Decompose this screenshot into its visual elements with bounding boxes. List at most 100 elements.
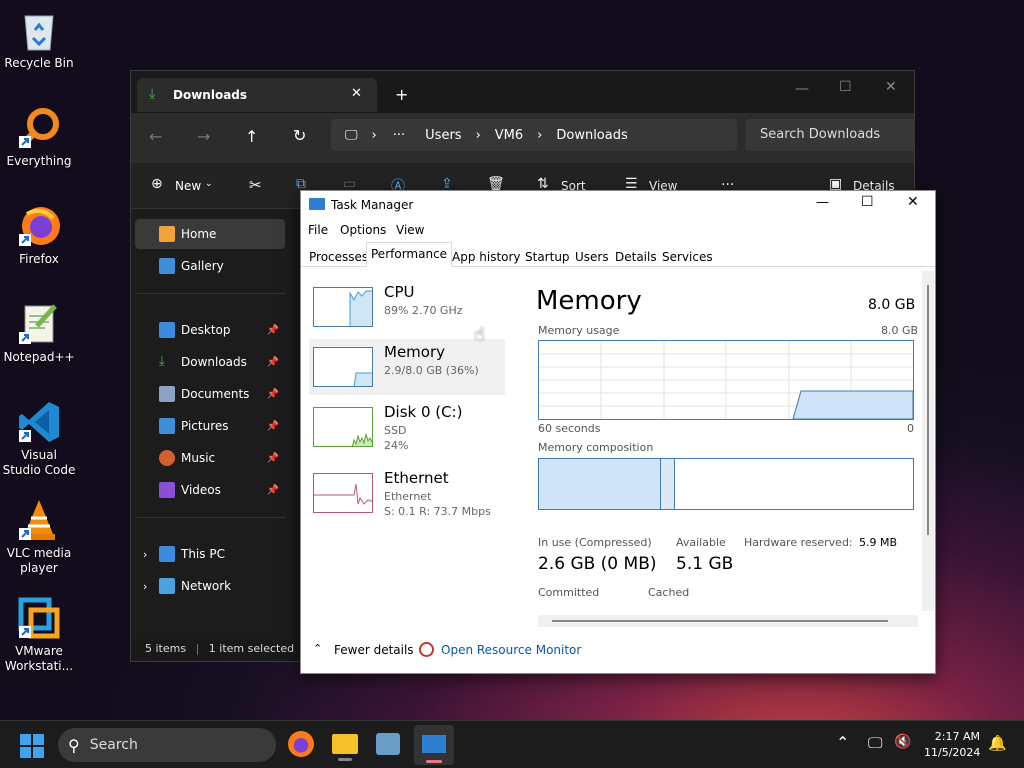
active-indicator xyxy=(426,760,442,763)
task-manager-icon xyxy=(309,198,325,210)
perf-item-sub: 2.9/8.0 GB (36%) xyxy=(384,364,479,377)
breadcrumb-downloads[interactable]: Downloads xyxy=(556,128,627,143)
hw-reserved-label: Hardware reserved: xyxy=(744,536,853,549)
desktop-icon-firefox[interactable]: Firefox xyxy=(2,204,76,267)
fewer-details-link[interactable]: Fewer details xyxy=(334,643,414,657)
new-button[interactable]: New xyxy=(175,179,201,193)
notepadpp-icon xyxy=(17,302,61,346)
chevron-right-icon[interactable]: › xyxy=(143,580,147,593)
tab-details[interactable]: Details xyxy=(610,245,662,267)
tab-startup[interactable]: Startup xyxy=(520,245,575,267)
pin-icon[interactable]: 📌 xyxy=(267,421,279,432)
new-tab-button[interactable]: + xyxy=(395,85,408,104)
search-input[interactable]: Search Downloads xyxy=(745,119,915,151)
breadcrumb-vm6[interactable]: VM6 xyxy=(495,128,523,143)
nav-item-this-pc[interactable]: › This PC xyxy=(135,539,285,569)
pin-icon[interactable]: 📌 xyxy=(267,325,279,336)
in-use-segment xyxy=(539,459,661,509)
perf-item-ethernet[interactable]: Ethernet Ethernet S: 0.1 R: 73.7 Mbps xyxy=(309,465,505,521)
refresh-icon[interactable]: ↻ xyxy=(293,126,306,145)
taskbar-firefox-icon[interactable] xyxy=(288,731,314,757)
breadcrumb[interactable]: 🖵 › ··· Users › VM6 › Downloads xyxy=(331,119,737,151)
nav-item-pictures[interactable]: Pictures 📌 xyxy=(135,411,285,441)
tab-app-history[interactable]: App history xyxy=(447,245,526,267)
pin-icon[interactable]: 📌 xyxy=(267,389,279,400)
perf-item-sub: 89% 2.70 GHz xyxy=(384,304,463,317)
nav-item-home[interactable]: Home xyxy=(135,219,285,249)
minimize-icon[interactable]: — xyxy=(816,195,829,210)
start-button[interactable] xyxy=(20,734,44,758)
desktop-icon-vmware[interactable]: VMware Workstati... xyxy=(2,596,76,674)
close-icon[interactable]: ✕ xyxy=(885,79,897,95)
nav-item-documents[interactable]: Documents 📌 xyxy=(135,379,285,409)
taskbar-app-icon[interactable] xyxy=(376,733,400,755)
desktop-icon-notepadpp[interactable]: Notepad++ xyxy=(2,302,76,365)
horizontal-scrollbar[interactable] xyxy=(538,615,918,627)
nav-item-desktop[interactable]: Desktop 📌 xyxy=(135,315,285,345)
network-icon xyxy=(159,578,175,594)
nav-item-music[interactable]: Music 📌 xyxy=(135,443,285,473)
documents-icon xyxy=(159,386,175,402)
network-icon[interactable]: 🖵 xyxy=(868,734,882,752)
pin-icon[interactable]: 📌 xyxy=(267,357,279,368)
status-bar: 5 items | 1 item selected 44 xyxy=(145,642,318,655)
panel-total: 8.0 GB xyxy=(868,297,916,313)
breadcrumb-ellipsis[interactable]: ··· xyxy=(393,128,405,143)
chevron-right-icon[interactable]: › xyxy=(143,548,147,561)
nav-item-network[interactable]: › Network xyxy=(135,571,285,601)
pin-icon[interactable]: 📌 xyxy=(267,485,279,496)
desktop-icon-recycle-bin[interactable]: Recycle Bin xyxy=(2,8,76,71)
chevron-up-icon[interactable]: ⌃ xyxy=(313,642,322,655)
clock[interactable]: 2:17 AM 11/5/2024 xyxy=(924,729,980,761)
selection-count: 1 item selected xyxy=(208,642,295,655)
tab-processes[interactable]: Processes xyxy=(304,245,373,267)
desktop-icon-vscode[interactable]: Visual Studio Code xyxy=(2,400,76,478)
desktop-icon-label: VMware Workstati... xyxy=(4,644,74,673)
scrollbar-thumb[interactable] xyxy=(552,620,888,622)
desktop-icon-label: VLC media player xyxy=(6,546,72,575)
nav-label: Videos xyxy=(181,483,221,497)
perf-item-disk[interactable]: Disk 0 (C:) SSD 24% xyxy=(309,399,505,455)
back-icon[interactable]: ← xyxy=(149,127,162,146)
menu-view[interactable]: View xyxy=(396,223,424,237)
notification-bell-icon[interactable]: 🔔 xyxy=(988,734,1007,752)
nav-item-gallery[interactable]: Gallery xyxy=(135,251,285,281)
desktop-icon-vlc[interactable]: VLC media player xyxy=(2,498,76,576)
clock-date: 11/5/2024 xyxy=(924,746,981,759)
scrollbar-thumb[interactable] xyxy=(927,285,929,535)
nav-item-downloads[interactable]: ⤓ Downloads 📌 xyxy=(135,347,285,377)
available-value: 5.1 GB xyxy=(676,554,734,574)
music-icon xyxy=(159,450,175,466)
taskbar-task-manager[interactable] xyxy=(414,725,454,765)
nav-item-videos[interactable]: Videos 📌 xyxy=(135,475,285,505)
menu-options[interactable]: Options xyxy=(340,223,386,237)
up-icon[interactable]: ↑ xyxy=(245,127,258,146)
tab-performance[interactable]: Performance xyxy=(366,242,453,267)
pin-icon[interactable]: 📌 xyxy=(267,453,279,464)
vertical-scrollbar[interactable] xyxy=(922,271,934,611)
forward-icon[interactable]: → xyxy=(197,127,210,146)
tab-services[interactable]: Services xyxy=(657,245,718,267)
volume-muted-icon[interactable]: 🔇 xyxy=(894,734,911,750)
taskbar-file-explorer-icon[interactable] xyxy=(332,734,358,754)
perf-item-sub: S: 0.1 R: 73.7 Mbps xyxy=(384,505,491,518)
chevron-down-icon: ⌄ xyxy=(205,179,213,189)
tab-downloads[interactable]: ⤓ Downloads ✕ xyxy=(137,78,377,112)
maximize-icon[interactable]: ☐ xyxy=(861,194,874,210)
tab-users[interactable]: Users xyxy=(570,245,614,267)
menu-file[interactable]: File xyxy=(308,223,328,237)
close-tab-icon[interactable]: ✕ xyxy=(351,86,362,101)
firefox-icon xyxy=(17,204,61,248)
chevron-up-icon[interactable]: ⌃ xyxy=(836,733,849,752)
breadcrumb-users[interactable]: Users xyxy=(425,128,461,143)
cut-icon[interactable]: ✂ xyxy=(249,176,262,194)
perf-item-memory[interactable]: Memory 2.9/8.0 GB (36%) xyxy=(309,339,505,395)
open-resource-monitor-link[interactable]: Open Resource Monitor xyxy=(441,643,581,657)
perf-item-sub: SSD xyxy=(384,424,407,437)
task-manager-window[interactable]: Task Manager — ☐ ✕ File Options View Pro… xyxy=(300,190,936,674)
taskbar-search[interactable]: ⚲ Search xyxy=(58,728,276,762)
minimize-icon[interactable]: — xyxy=(795,81,809,97)
desktop-icon-everything[interactable]: Everything xyxy=(2,106,76,169)
close-icon[interactable]: ✕ xyxy=(907,194,919,210)
maximize-icon[interactable]: ☐ xyxy=(839,79,852,95)
